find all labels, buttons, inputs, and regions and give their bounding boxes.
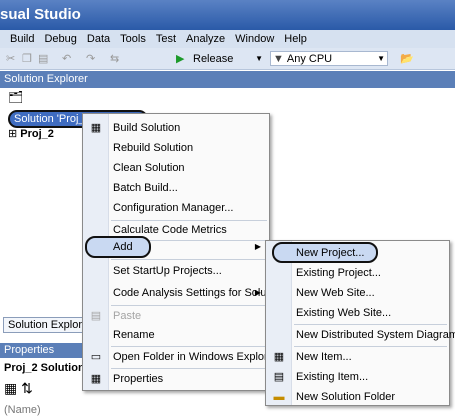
menu-item-rebuild-solution[interactable]: Rebuild Solution [83, 138, 269, 158]
menu-item-new-web-site[interactable]: New Web Site... [266, 283, 449, 303]
project-node[interactable]: ⊞ Proj_2 [8, 127, 54, 140]
menu-item-set-startup-projects[interactable]: Set StartUp Projects... [83, 261, 269, 281]
menu-item-paste[interactable]: ▤ Paste [83, 306, 269, 326]
menu-tools[interactable]: Tools [120, 33, 146, 45]
properties-icon: ▦ [90, 373, 102, 385]
folder-icon: ▭ [90, 351, 102, 363]
folder-icon: ▬ [273, 391, 285, 403]
submenu-arrow-icon: ▶ [254, 242, 261, 251]
menu-analyze[interactable]: Analyze [186, 33, 225, 45]
copy-icon[interactable]: ❐ [22, 52, 32, 65]
menu-help[interactable]: Help [284, 33, 307, 45]
menu-item-existing-web-site[interactable]: Existing Web Site... [266, 303, 449, 323]
menu-bar: Build Debug Data Tools Test Analyze Wind… [0, 30, 455, 48]
menu-item-existing-project[interactable]: Existing Project... [266, 263, 449, 283]
menu-data[interactable]: Data [87, 33, 110, 45]
solution-explorer-header: Solution Explorer [0, 71, 455, 88]
solution-explorer-icon[interactable]: 📂 [400, 52, 414, 65]
chevron-down-icon: ▼ [377, 54, 385, 63]
menu-item-open-folder[interactable]: ▭ Open Folder in Windows Explorer [83, 347, 278, 367]
menu-item-new-item[interactable]: ▦ New Item... [266, 347, 449, 367]
menu-item-code-analysis-settings[interactable]: Code Analysis Settings for Solution ▶ [83, 283, 284, 303]
start-debug-icon[interactable]: ▶ [176, 52, 184, 65]
menu-item-add[interactable]: Add ▶ [83, 237, 269, 257]
property-name-row: (Name) [4, 404, 41, 416]
new-item-icon: ▦ [273, 351, 285, 363]
categorized-icon[interactable]: ▦ ⇅ [4, 380, 33, 397]
existing-item-icon: ▤ [273, 371, 285, 383]
window-title: sual Studio [0, 6, 81, 23]
menu-item-existing-item[interactable]: ▤ Existing Item... [266, 367, 449, 387]
menu-test[interactable]: Test [156, 33, 176, 45]
redo-icon[interactable]: ↷ [86, 52, 95, 65]
paste-icon[interactable]: ▤ [38, 52, 48, 65]
menu-build[interactable]: Build [10, 33, 34, 45]
chevron-down-icon: ▼ [255, 54, 263, 63]
undo-icon[interactable]: ↶ [62, 52, 71, 65]
menu-item-properties[interactable]: ▦ Properties [83, 369, 269, 389]
menu-item-clean-solution[interactable]: Clean Solution [83, 158, 269, 178]
menu-item-new-project[interactable]: New Project... [266, 243, 449, 263]
submenu-arrow-icon: ▶ [254, 288, 261, 297]
add-submenu: New Project... Existing Project... New W… [265, 240, 455, 407]
standard-toolbar: ✂ ❐ ▤ ↶ ↷ ⇆ ▶ Release ▼ ▼ Any CPU ▼ 📂 [0, 48, 455, 70]
menu-item-batch-build[interactable]: Batch Build... [83, 178, 269, 198]
window-title-bar: sual Studio [0, 0, 455, 30]
navigate-icon[interactable]: ⇆ [110, 52, 119, 65]
solution-platform-select[interactable]: ▼ Any CPU ▼ [270, 51, 388, 66]
paste-icon: ▤ [90, 310, 102, 322]
solution-configuration-select[interactable]: Release ▼ [190, 51, 266, 66]
menu-separator [111, 259, 267, 260]
expand-icon[interactable]: ⊞ [8, 128, 20, 140]
menu-item-new-distributed-system-diagram[interactable]: New Distributed System Diagram... [266, 325, 455, 345]
menu-debug[interactable]: Debug [44, 33, 76, 45]
menu-window[interactable]: Window [235, 33, 274, 45]
menu-item-configuration-manager[interactable]: Configuration Manager... [83, 198, 269, 218]
build-icon: ▦ [90, 122, 102, 134]
solution-context-menu: ▦ Build Solution Rebuild Solution Clean S… [82, 113, 284, 391]
menu-item-build-solution[interactable]: ▦ Build Solution [83, 118, 269, 138]
cut-icon[interactable]: ✂ [6, 52, 15, 65]
show-all-files-icon[interactable]: 🗂 [8, 90, 23, 104]
menu-item-new-solution-folder[interactable]: ▬ New Solution Folder [266, 387, 449, 407]
menu-item-rename[interactable]: Rename [83, 325, 269, 345]
